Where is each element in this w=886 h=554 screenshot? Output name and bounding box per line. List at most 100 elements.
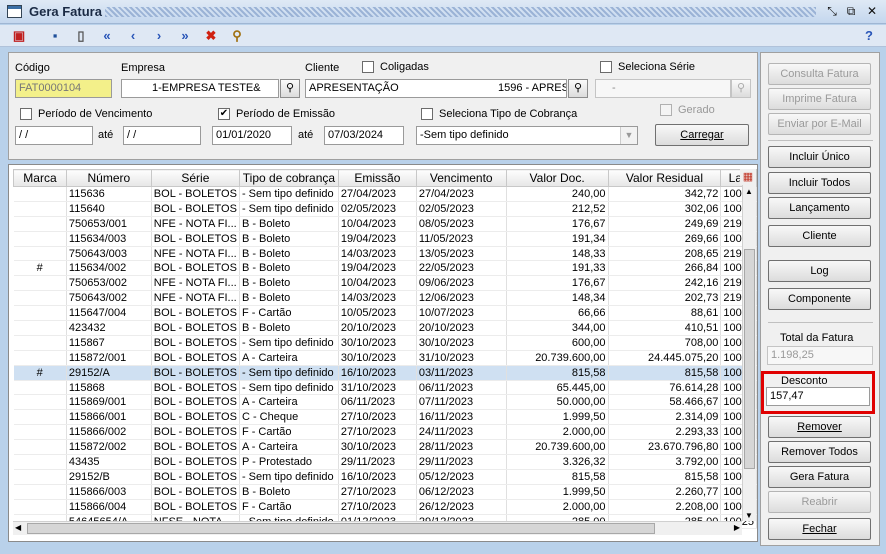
column-header[interactable]: Valor Doc. xyxy=(505,169,609,187)
previous-icon[interactable]: ‹ xyxy=(124,27,142,45)
window-title: Gera Fatura xyxy=(29,4,102,19)
cliente-search-icon[interactable]: ⚲ xyxy=(568,79,588,98)
table-row[interactable]: 115872/002 BOL - BOLETOS A - Carteira 30/10… xyxy=(13,439,757,456)
table-cell: 115634/003 xyxy=(66,231,152,247)
emissao-de-field[interactable]: 01/01/2020 xyxy=(212,126,292,145)
lancamento-button[interactable]: Lançamento xyxy=(768,197,871,219)
table-row[interactable]: 115866/003 BOL - BOLETOS B - Boleto 27/10/2… xyxy=(13,484,757,500)
seleciona-serie-checkbox[interactable] xyxy=(600,61,612,73)
table-row[interactable]: 29152/B BOL - BOLETOS - Sem tipo definido 1… xyxy=(13,469,757,485)
scroll-up-icon[interactable]: ▲ xyxy=(745,187,753,196)
table-row[interactable]: 423432 BOL - BOLETOS B - Boleto 20/10/2023 2… xyxy=(13,320,757,336)
periodo-emissao-checkbox[interactable]: ✔ xyxy=(218,108,230,120)
maximize-icon[interactable]: ⧉ xyxy=(843,4,859,19)
remover-todos-button[interactable]: Remover Todos xyxy=(768,441,871,463)
table-cell: 2.000,00 xyxy=(506,424,609,441)
column-header[interactable]: Valor Residual xyxy=(607,169,722,187)
periodo-emissao-label: Período de Emissão xyxy=(236,108,336,120)
delete-icon[interactable]: ✖ xyxy=(202,27,220,45)
first-icon[interactable]: « xyxy=(98,27,116,45)
table-row[interactable]: 43435 BOL - BOLETOS P - Protestado 29/11/20… xyxy=(13,454,757,470)
cliente-field[interactable]: APRESENTAÇÃO 1596 - APRESE xyxy=(305,79,567,98)
table-row[interactable]: 115634/003 BOL - BOLETOS B - Boleto 19/04/2… xyxy=(13,231,757,247)
table-cell: BOL - BOLETOS xyxy=(151,454,240,470)
gera-fatura-button[interactable]: Gera Fatura xyxy=(768,466,871,488)
vencimento-ate-field[interactable]: / / xyxy=(123,126,201,145)
scroll-right-icon[interactable]: ▶ xyxy=(734,523,740,532)
table-cell: - Sem tipo definido xyxy=(239,380,339,396)
new-icon[interactable]: ▣ xyxy=(10,27,28,45)
table-cell: B - Boleto xyxy=(239,290,339,307)
table-row[interactable]: #29152/A BOL - BOLETOS - Sem tipo definido… xyxy=(13,365,757,381)
chevron-down-icon[interactable]: ▼ xyxy=(620,127,637,144)
table-row[interactable]: #115634/002 BOL - BOLETOS B - Boleto 19/04/… xyxy=(13,260,757,277)
empresa-search-icon[interactable]: ⚲ xyxy=(280,79,300,98)
table-cell: B - Boleto xyxy=(239,216,339,232)
empresa-field[interactable]: 1-EMPRESA TESTE& xyxy=(121,79,279,98)
column-config-icon[interactable]: ▦ xyxy=(740,169,756,185)
scroll-left-icon[interactable]: ◀ xyxy=(15,523,21,532)
column-header[interactable]: Tipo de cobrança xyxy=(238,169,339,187)
incluir-todos-button[interactable]: Incluir Todos xyxy=(768,172,871,194)
table-row[interactable]: 115640 BOL - BOLETOS - Sem tipo definido 02… xyxy=(13,201,757,217)
table-cell: 10/04/2023 xyxy=(338,275,417,292)
table-row[interactable]: 750653/001 NFE - NOTA FI... B - Boleto 10/0… xyxy=(13,216,757,232)
table-row[interactable]: 115868 BOL - BOLETOS - Sem tipo definido 31… xyxy=(13,380,757,396)
vencimento-de-field[interactable]: / / xyxy=(15,126,93,145)
scroll-down-icon[interactable]: ▼ xyxy=(745,511,753,520)
table-row[interactable]: 115866/001 BOL - BOLETOS C - Cheque 27/10/2… xyxy=(13,409,757,426)
column-header[interactable]: Emissão xyxy=(337,169,417,187)
table-cell: 29152/B xyxy=(66,469,152,485)
table-row[interactable]: 115869/001 BOL - BOLETOS A - Carteira 06/11… xyxy=(13,394,757,411)
close-icon[interactable]: ✕ xyxy=(864,4,880,19)
table-row[interactable]: 750653/002 NFE - NOTA FI... B - Boleto 10/0… xyxy=(13,275,757,292)
table-cell: 10/07/2023 xyxy=(416,305,507,322)
last-icon[interactable]: » xyxy=(176,27,194,45)
table-row[interactable]: 750643/003 NFE - NOTA FI... B - Boleto 14/0… xyxy=(13,246,757,262)
cliente-button[interactable]: Cliente xyxy=(768,225,871,247)
table-row[interactable]: 115872/001 BOL - BOLETOS A - Carteira 30/10… xyxy=(13,350,757,366)
tipo-cobranca-select[interactable]: -Sem tipo definido ▼ xyxy=(416,126,638,145)
table-cell: 06/12/2023 xyxy=(416,484,507,500)
column-header[interactable]: Marca xyxy=(13,169,67,187)
table-row[interactable]: 115647/004 BOL - BOLETOS F - Cartão 10/05/2… xyxy=(13,305,757,322)
table-row[interactable]: 115866/004 BOL - BOLETOS F - Cartão 27/10/2… xyxy=(13,499,757,515)
carregar-button[interactable]: Carregar xyxy=(655,124,749,146)
horizontal-scrollbar[interactable]: ◀ ▶ xyxy=(13,521,742,535)
help-icon[interactable]: ? xyxy=(860,27,878,45)
table-cell: BOL - BOLETOS xyxy=(151,231,240,247)
table-row[interactable]: 750643/002 NFE - NOTA FI... B - Boleto 14/0… xyxy=(13,290,757,307)
next-icon[interactable]: › xyxy=(150,27,168,45)
table-cell: 115866/003 xyxy=(66,484,152,500)
emissao-ate-field[interactable]: 07/03/2024 xyxy=(324,126,404,145)
table-cell: 815,58 xyxy=(608,469,722,485)
column-header[interactable]: Vencimento xyxy=(415,169,507,187)
table-row[interactable]: 115866/002 BOL - BOLETOS F - Cartão 27/10/2… xyxy=(13,424,757,441)
document-icon[interactable]: ▯ xyxy=(72,27,90,45)
codigo-field[interactable]: FAT0000104 xyxy=(15,79,112,98)
table-cell xyxy=(13,246,67,262)
vertical-scroll-thumb[interactable] xyxy=(744,249,755,469)
column-header[interactable]: Número xyxy=(65,169,152,187)
componente-button[interactable]: Componente xyxy=(768,288,871,310)
save-icon[interactable]: ▪ xyxy=(46,27,64,45)
table-cell: 410,51 xyxy=(608,320,722,336)
search-icon[interactable]: ⚲ xyxy=(228,27,246,45)
remover-button[interactable]: Remover xyxy=(768,416,871,438)
coligadas-checkbox[interactable] xyxy=(362,61,374,73)
serie-search-icon: ⚲ xyxy=(731,79,751,98)
column-header[interactable]: Série xyxy=(150,169,240,187)
table-cell: 2.208,00 xyxy=(608,499,722,515)
log-button[interactable]: Log xyxy=(768,260,871,282)
fechar-button[interactable]: Fechar xyxy=(768,518,871,540)
incluir-unico-button[interactable]: Incluir Único xyxy=(768,146,871,168)
vertical-scrollbar[interactable]: ▲ ▼ xyxy=(742,185,756,521)
seleciona-tipo-checkbox[interactable] xyxy=(421,108,433,120)
horizontal-scroll-thumb[interactable] xyxy=(27,523,655,534)
restore-icon[interactable]: ⤡ xyxy=(824,4,840,19)
periodo-vencimento-checkbox[interactable] xyxy=(20,108,32,120)
table-cell: 115866/004 xyxy=(66,499,152,515)
table-row[interactable]: 115867 BOL - BOLETOS - Sem tipo definido 30… xyxy=(13,335,757,351)
table-row[interactable]: 115636 BOL - BOLETOS - Sem tipo definido 27… xyxy=(13,186,757,202)
table-cell: 19/04/2023 xyxy=(338,231,417,247)
